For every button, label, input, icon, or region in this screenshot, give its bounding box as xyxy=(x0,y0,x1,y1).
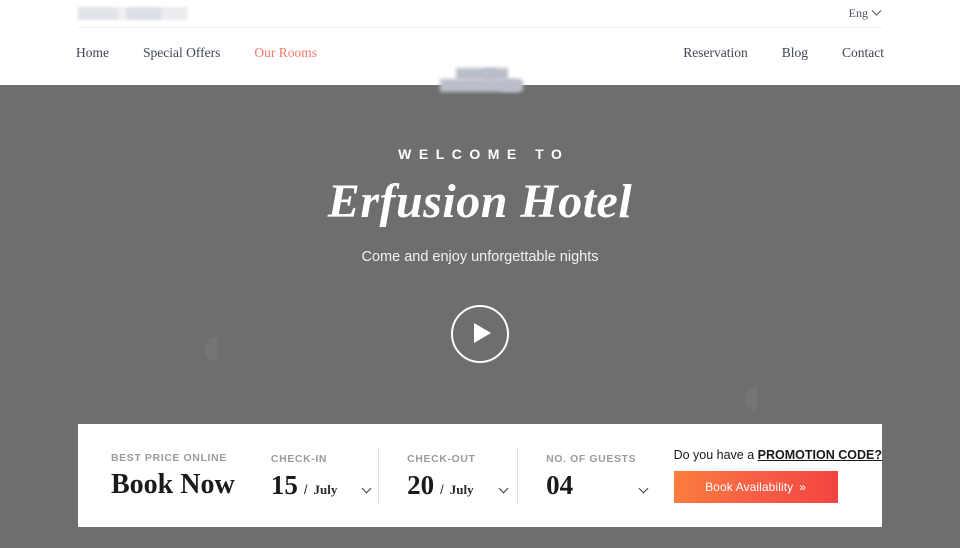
top-utility-bar: Eng xyxy=(0,0,960,27)
double-arrow-right-icon: » xyxy=(799,480,807,494)
booking-field-checkout[interactable]: CHECK-OUT 20 / July xyxy=(379,424,517,527)
guests-value: 04 xyxy=(546,469,665,500)
watermark: ◐ xyxy=(200,316,234,378)
nav-item-our-rooms[interactable]: Our Rooms xyxy=(254,45,317,61)
page-title: Erfusion Hotel xyxy=(327,175,633,228)
checkin-separator: / xyxy=(303,481,308,497)
promo-prefix: Do you have a xyxy=(673,448,758,462)
promotion-code-prompt: Do you have a PROMOTION CODE? xyxy=(674,448,882,462)
book-availability-label: Book Availability xyxy=(705,480,794,494)
checkout-separator: / xyxy=(440,481,444,497)
checkin-label: CHECK-IN xyxy=(270,452,328,465)
nav-item-blog[interactable]: Blog xyxy=(782,45,808,61)
logo-block-4 xyxy=(502,80,523,91)
booking-field-checkin[interactable]: CHECK-IN 15 / July xyxy=(271,424,378,527)
chevron-down-icon xyxy=(871,5,882,16)
language-label: Eng xyxy=(848,6,868,20)
nav-left-group: Home Special Offers Our Rooms xyxy=(76,45,317,61)
promo-and-submit: Do you have a PROMOTION CODE? Book Avail… xyxy=(673,448,882,503)
checkin-value: 15 / July xyxy=(270,469,378,500)
booking-bar: BEST PRICE ONLINE Book Now CHECK-IN 15 /… xyxy=(78,424,882,527)
guests-count: 04 xyxy=(546,469,574,500)
watermark: ◐ xyxy=(740,366,774,428)
hero-subtitle: Come and enjoy unforgettable nights xyxy=(361,249,599,265)
nav-item-home[interactable]: Home xyxy=(76,45,109,61)
promotion-code-link[interactable]: PROMOTION CODE? xyxy=(758,448,882,462)
book-now-text: Book Now xyxy=(111,469,235,500)
checkin-day: 15 xyxy=(270,469,298,500)
play-icon[interactable] xyxy=(451,305,509,363)
site-logo[interactable] xyxy=(440,68,525,94)
booking-field-guests[interactable]: NO. OF GUESTS 04 xyxy=(518,424,665,527)
checkout-day: 20 xyxy=(407,469,435,500)
book-availability-button[interactable]: Book Availability » xyxy=(673,471,838,503)
site-header: Eng Home Special Offers Our Rooms Reserv… xyxy=(0,0,960,92)
checkout-label: CHECK-OUT xyxy=(407,452,476,465)
main-navigation: Home Special Offers Our Rooms Reservatio… xyxy=(0,28,960,92)
checkout-month: July xyxy=(449,481,474,497)
guests-label: NO. OF GUESTS xyxy=(546,452,637,465)
nav-item-contact[interactable]: Contact xyxy=(842,45,884,61)
nav-item-reservation[interactable]: Reservation xyxy=(683,45,747,61)
logo-placeholder-top xyxy=(78,7,188,20)
nav-item-special-offers[interactable]: Special Offers xyxy=(143,45,220,61)
hero-content: WELCOME TO Erfusion Hotel Come and enjoy… xyxy=(0,85,960,265)
booking-field-price: BEST PRICE ONLINE Book Now xyxy=(78,424,271,527)
checkin-month: July xyxy=(313,481,338,497)
hero-eyebrow: WELCOME TO xyxy=(398,146,570,162)
nav-right-group: Reservation Blog Contact xyxy=(683,45,884,61)
best-price-label: BEST PRICE ONLINE xyxy=(111,452,227,464)
language-selector[interactable]: Eng xyxy=(848,5,882,21)
